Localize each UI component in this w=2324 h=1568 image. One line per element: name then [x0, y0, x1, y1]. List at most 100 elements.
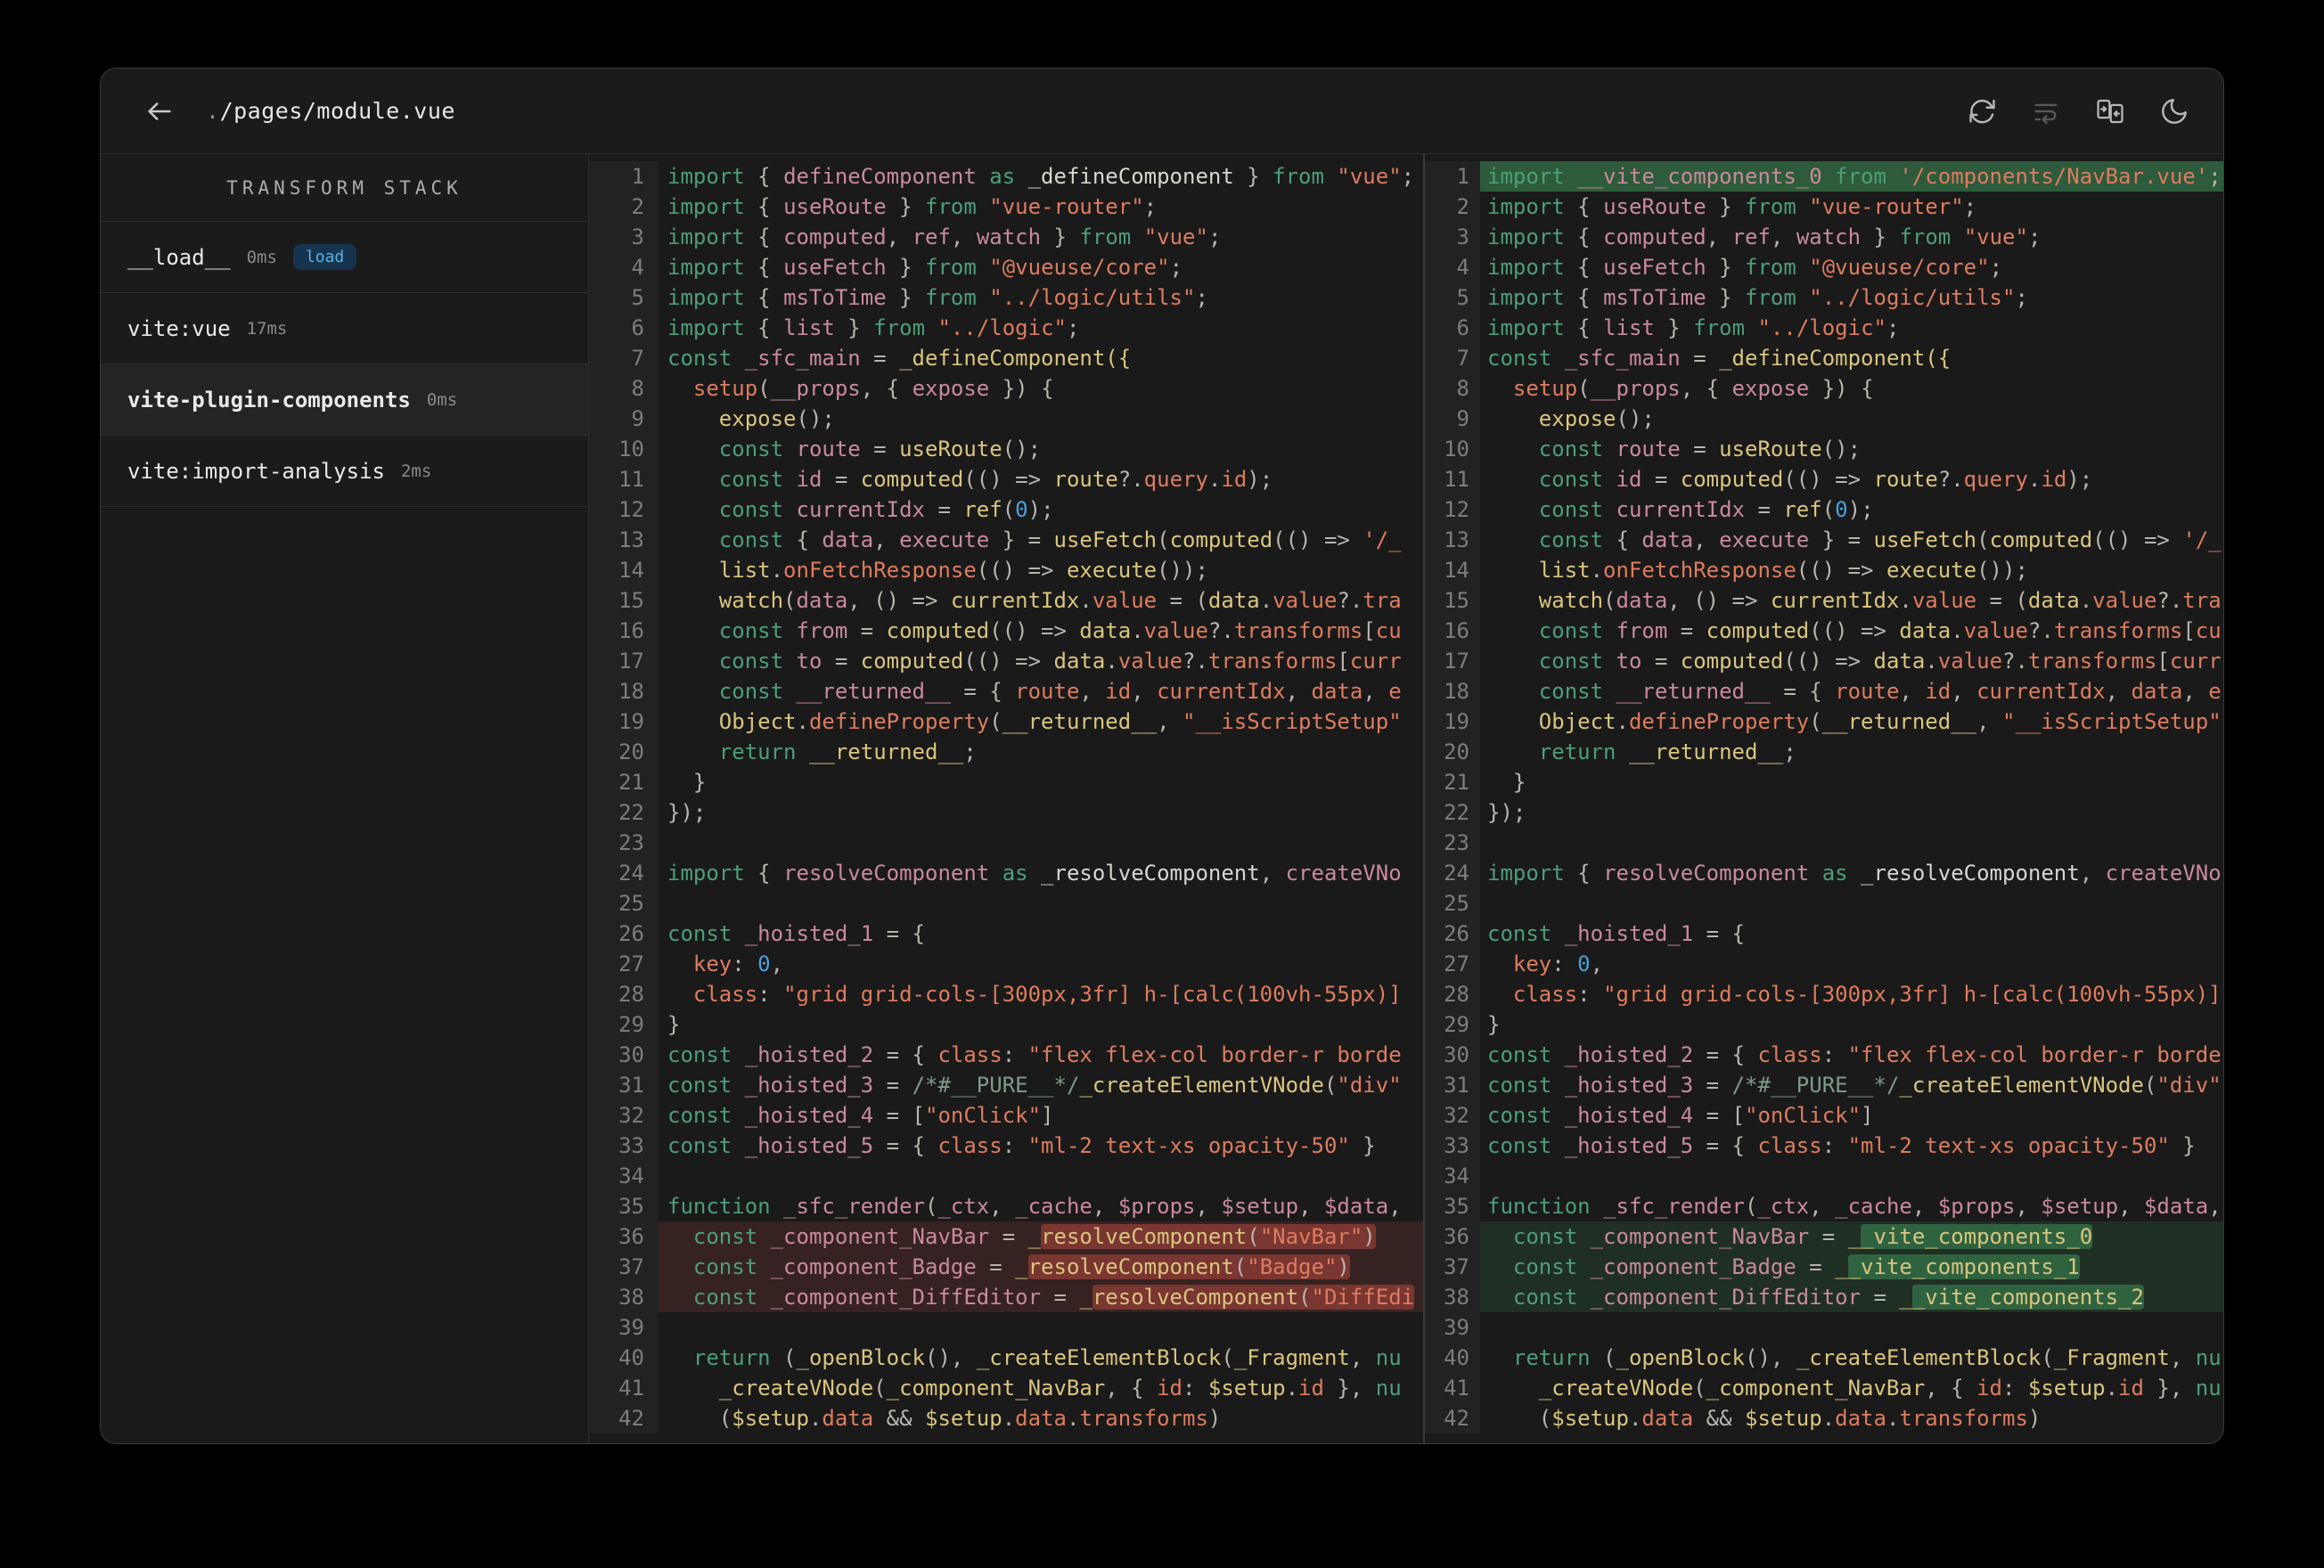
code-line: 25 — [589, 888, 1423, 919]
line-number: 24 — [1425, 858, 1480, 888]
code-line: 16 const from = computed(() => data.valu… — [1425, 616, 2223, 646]
code-text: const _hoisted_1 = { — [1487, 921, 1745, 946]
code-line: 20 return __returned__; — [589, 737, 1423, 767]
line-number: 16 — [589, 616, 659, 646]
code-panel-after[interactable]: 1 import __vite_components_0 from '/compo… — [1425, 154, 2223, 1443]
code-text: }); — [1487, 800, 1526, 825]
wrap-lines-icon[interactable] — [2031, 96, 2061, 127]
diff-word-highlight: _vite_components_2 — [1911, 1285, 2144, 1310]
code-text: Object.defineProperty(__returned__, "__i… — [718, 709, 1402, 734]
transform-item[interactable]: vite-plugin-components 0ms — [101, 364, 588, 436]
code-line: 32 const _hoisted_4 = ["onClick"] — [589, 1100, 1423, 1131]
code-line: 3 import { computed, ref, watch } from "v… — [1425, 222, 2223, 252]
line-number: 33 — [589, 1131, 659, 1161]
code-text: const _component_DiffEditor = __vite_com… — [1480, 1282, 2223, 1312]
dark-mode-icon[interactable] — [2159, 96, 2189, 127]
code-text: return __returned__; — [1538, 739, 1796, 764]
code-text: ($setup.data && $setup.data.transforms) — [1487, 1406, 2042, 1431]
code-text: const _component_Badge = _resolveCompone… — [659, 1252, 1423, 1282]
transform-time: 2ms — [400, 461, 432, 481]
code-area: 1 import { defineComponent as _defineComp… — [589, 154, 2223, 1443]
code-line: 20 return __returned__; — [1425, 737, 2223, 767]
line-number: 32 — [589, 1100, 659, 1131]
code-text: setup(__props, { expose }) { — [1512, 376, 1874, 401]
line-number: 19 — [1425, 706, 1480, 737]
arrow-left-icon — [148, 102, 171, 120]
line-number: 14 — [1425, 555, 1480, 585]
code-text: function _sfc_render(_ctx, _cache, $prop… — [1487, 1194, 2222, 1219]
code-line: 40 return (_openBlock(), _createElementB… — [589, 1343, 1423, 1373]
code-line: 38 const _component_DiffEditor = _resolv… — [589, 1282, 1423, 1312]
line-number: 35 — [589, 1191, 659, 1221]
code-text: class: "grid grid-cols-[300px,3fr] h-[ca… — [1512, 982, 2223, 1007]
diff-word-highlight: resolveComponent("DiffEdi — [1092, 1285, 1415, 1310]
title-path: /pages/module.vue — [219, 98, 455, 124]
line-number: 29 — [1425, 1009, 1480, 1040]
line-number: 8 — [589, 373, 659, 404]
code-text: key: 0, — [1512, 951, 1604, 976]
transform-item[interactable]: vite:vue 17ms — [101, 293, 588, 364]
back-button[interactable] — [135, 86, 184, 136]
code-text: import { computed, ref, watch } from "vu… — [1487, 225, 2042, 249]
line-number: 23 — [589, 828, 659, 858]
line-number: 17 — [589, 646, 659, 676]
line-number: 10 — [1425, 434, 1480, 464]
line-number: 25 — [1425, 888, 1480, 919]
code-line: 18 const __returned__ = { route, id, cur… — [589, 676, 1423, 706]
line-number: 12 — [1425, 494, 1480, 525]
code-line: 41 _createVNode(_component_NavBar, { id:… — [589, 1373, 1423, 1403]
line-number: 15 — [589, 585, 659, 616]
transform-item[interactable]: __load__ 0ms load — [101, 222, 588, 293]
line-number: 13 — [1425, 525, 1480, 555]
code-text: const _hoisted_5 = { class: "ml-2 text-x… — [667, 1133, 1376, 1158]
line-number: 28 — [1425, 979, 1480, 1009]
line-number: 16 — [1425, 616, 1480, 646]
line-number: 30 — [589, 1040, 659, 1070]
code-line: 3 import { computed, ref, watch } from "v… — [589, 222, 1423, 252]
refresh-icon[interactable] — [1967, 96, 1997, 127]
code-text: function _sfc_render(_ctx, _cache, $prop… — [667, 1194, 1415, 1219]
line-number: 41 — [589, 1373, 659, 1403]
code-text: ($setup.data && $setup.data.transforms) — [667, 1406, 1222, 1431]
line-number: 4 — [589, 252, 659, 282]
line-number: 8 — [1425, 373, 1480, 404]
line-number: 22 — [1425, 797, 1480, 828]
diff-view-icon[interactable] — [2095, 96, 2125, 127]
line-number: 7 — [589, 343, 659, 373]
code-text: }); — [667, 800, 707, 825]
line-number: 34 — [589, 1161, 659, 1191]
code-line: 32 const _hoisted_4 = ["onClick"] — [1425, 1100, 2223, 1131]
line-number: 32 — [1425, 1100, 1480, 1131]
line-number: 40 — [1425, 1343, 1480, 1373]
code-line: 42 ($setup.data && $setup.data.transform… — [589, 1403, 1423, 1433]
code-text: const currentIdx = ref(0); — [718, 497, 1054, 522]
line-number: 31 — [1425, 1070, 1480, 1100]
line-number: 22 — [589, 797, 659, 828]
code-text: const _sfc_main = _defineComponent({ — [667, 346, 1132, 371]
line-number: 3 — [1425, 222, 1480, 252]
inspector-window: ./pages/module.vue TRANSFORM STACK __loa… — [100, 68, 2224, 1444]
code-line: 10 const route = useRoute(); — [589, 434, 1423, 464]
code-text: const to = computed(() => data.value?.tr… — [1538, 649, 2222, 674]
code-text: const currentIdx = ref(0); — [1538, 497, 1874, 522]
code-text: expose(); — [718, 406, 835, 431]
transform-stack-list: __load__ 0ms load vite:vue 17ms vite-plugin-c… — [101, 222, 588, 507]
transform-name: vite-plugin-components — [127, 387, 411, 412]
code-text: _createVNode(_component_NavBar, { id: $s… — [1538, 1376, 2222, 1401]
line-number: 39 — [589, 1312, 659, 1343]
line-number: 38 — [1425, 1282, 1480, 1312]
line-number: 42 — [1425, 1403, 1480, 1433]
code-panel-before[interactable]: 1 import { defineComponent as _defineComp… — [589, 154, 1425, 1443]
code-text: import { resolveComponent as _resolveCom… — [1487, 861, 2222, 886]
line-number: 10 — [589, 434, 659, 464]
code-text: const id = computed(() => route?.query.i… — [718, 467, 1273, 492]
line-number: 24 — [589, 858, 659, 888]
code-line: 33 const _hoisted_5 = { class: "ml-2 text… — [589, 1131, 1423, 1161]
line-number: 9 — [589, 404, 659, 434]
code-text: } — [667, 1012, 681, 1037]
transform-item[interactable]: vite:import-analysis 2ms — [101, 436, 588, 507]
code-line: 12 const currentIdx = ref(0); — [1425, 494, 2223, 525]
code-text: return (_openBlock(), _createElementBloc… — [1512, 1345, 2222, 1370]
code-line: 1 import __vite_components_0 from '/compo… — [1425, 161, 2223, 192]
